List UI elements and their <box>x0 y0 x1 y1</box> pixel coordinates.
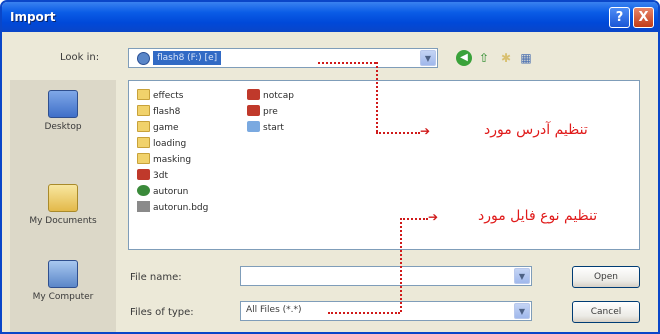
look-in-dropdown[interactable]: flash8 (F:) [e] ▼ <box>128 48 438 68</box>
list-item[interactable]: start <box>247 121 284 135</box>
places-bar: Desktop My Documents My Computer <box>10 80 116 332</box>
place-label: My Computer <box>32 292 94 302</box>
place-desktop[interactable]: Desktop <box>10 90 116 132</box>
annotation-line <box>376 132 420 134</box>
list-item[interactable]: masking <box>137 153 191 167</box>
look-in-label: Look in: <box>60 52 100 63</box>
list-item[interactable]: autorun <box>137 185 188 199</box>
views-menu-icon[interactable]: ▦ <box>518 50 534 66</box>
up-folder-icon[interactable]: ⇧ <box>476 50 492 66</box>
close-button[interactable]: X <box>633 7 654 28</box>
my-documents-icon <box>48 184 78 212</box>
folder-icon <box>137 137 150 148</box>
list-item[interactable]: flash8 <box>137 105 180 119</box>
document-icon <box>137 201 150 212</box>
cancel-button[interactable]: Cancel <box>572 301 640 323</box>
flash-file-icon <box>137 169 150 180</box>
chevron-down-icon[interactable]: ▼ <box>514 303 530 319</box>
help-button[interactable]: ? <box>609 7 630 28</box>
annotation-file-type: تنظیم نوع فایل مورد <box>478 208 598 224</box>
annotation-line <box>400 218 428 220</box>
list-item[interactable]: 3dt <box>137 169 168 183</box>
folder-icon <box>137 89 150 100</box>
chevron-down-icon[interactable]: ▼ <box>420 50 436 66</box>
files-of-type-dropdown[interactable]: All Files (*.*) ▼ <box>240 301 532 321</box>
files-of-type-label: Files of type: <box>130 307 194 318</box>
arrow-right-icon: ➔ <box>428 210 439 224</box>
executable-icon <box>247 121 260 132</box>
annotation-line <box>318 62 376 64</box>
my-computer-icon <box>48 260 78 288</box>
flash-file-icon <box>247 89 260 100</box>
desktop-icon <box>48 90 78 118</box>
dialog-title: Import <box>10 10 56 24</box>
annotation-address: تنظیم آدرس مورد <box>484 122 588 138</box>
list-item[interactable]: loading <box>137 137 186 151</box>
arrow-right-icon: ➔ <box>420 124 431 138</box>
list-item[interactable]: game <box>137 121 179 135</box>
place-my-computer[interactable]: My Computer <box>10 260 116 302</box>
drive-icon <box>137 52 150 65</box>
back-arrow-icon[interactable]: ◀ <box>456 50 472 66</box>
annotation-line <box>328 312 400 314</box>
place-label: My Documents <box>29 216 97 226</box>
folder-icon <box>137 105 150 116</box>
new-folder-icon[interactable]: ✱ <box>498 50 514 66</box>
flash-file-icon <box>247 105 260 116</box>
list-item[interactable]: notcap <box>247 89 294 103</box>
title-bar: Import ? X <box>2 2 658 32</box>
list-item[interactable]: effects <box>137 89 183 103</box>
files-of-type-value: All Files (*.*) <box>246 305 302 315</box>
file-name-field[interactable]: ▼ <box>240 266 532 286</box>
place-label: Desktop <box>44 122 82 132</box>
list-item[interactable]: pre <box>247 105 278 119</box>
folder-icon <box>137 121 150 132</box>
file-list[interactable]: effects flash8 game loading masking 3dt … <box>128 80 640 250</box>
application-icon <box>137 185 150 196</box>
chevron-down-icon[interactable]: ▼ <box>514 268 530 284</box>
place-my-documents[interactable]: My Documents <box>10 184 116 226</box>
list-item[interactable]: autorun.bdg <box>137 201 208 215</box>
annotation-line <box>400 218 402 312</box>
file-name-label: File name: <box>130 272 182 283</box>
look-in-value: flash8 (F:) [e] <box>153 51 222 65</box>
import-dialog: Import ? X Look in: flash8 (F:) [e] ▼ ◀ … <box>0 0 660 334</box>
folder-icon <box>137 153 150 164</box>
open-button[interactable]: Open <box>572 266 640 288</box>
annotation-line <box>376 62 378 132</box>
